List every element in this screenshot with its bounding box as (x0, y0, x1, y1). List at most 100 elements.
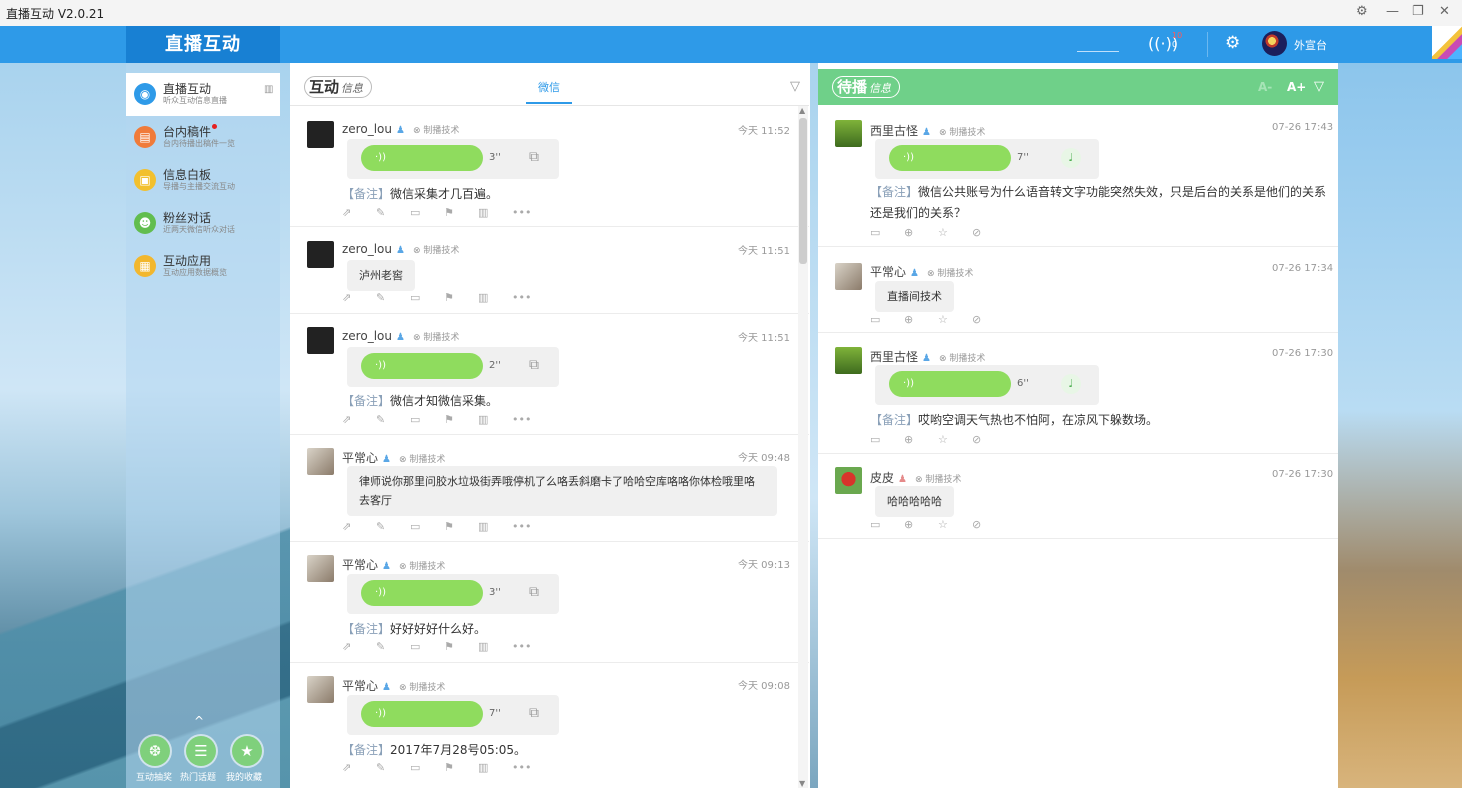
voice-message[interactable]: ·)) 3'' ⧉ (347, 139, 559, 179)
interaction-scrollbar[interactable]: ▲ ▼ (798, 106, 808, 788)
delete-icon[interactable]: ▥ (478, 291, 512, 304)
sidebar-item-whiteboard[interactable]: ▣ 信息白板 导播与主播交流互动 (126, 159, 280, 202)
skin-icon[interactable] (1432, 26, 1462, 59)
hot-topics-button[interactable]: ☰ (186, 736, 216, 766)
voice-play-bar[interactable]: ·)) (361, 580, 483, 606)
share-icon[interactable]: ⇗ (342, 291, 376, 304)
voice-message[interactable]: ·)) 6'' ♩ (875, 365, 1099, 405)
sidebar-item-apps[interactable]: ▦ 互动应用 互动应用数据概览 (126, 245, 280, 288)
comment-icon[interactable]: ▭ (870, 313, 904, 326)
comment-icon[interactable]: ▭ (410, 206, 444, 219)
pin-icon[interactable]: ⊕ (904, 433, 938, 446)
star-icon[interactable]: ☆ (938, 518, 972, 531)
message-item[interactable]: zero_lou ♟ ⊗ 制播技术 今天 11:52 ·)) 3'' ⧉ 【备注】微… (290, 106, 809, 227)
user-name[interactable]: 外宣台 (1294, 37, 1327, 53)
voice-play-bar[interactable]: ·)) (361, 145, 483, 171)
edit-icon[interactable]: ✎ (376, 206, 410, 219)
comment-icon[interactable]: ▭ (870, 226, 904, 239)
sidebar-item-live-interaction[interactable]: ◉ 直播互动 听众互动信息直播 ▥ (126, 73, 280, 116)
maximize-button[interactable]: ❐ (1412, 4, 1424, 19)
pin-icon[interactable]: ⊕ (904, 313, 938, 326)
voice-message[interactable]: ·)) 7'' ⧉ (347, 695, 559, 735)
flag-icon[interactable]: ⚑ (444, 520, 478, 533)
voice-message[interactable]: ·)) 2'' ⧉ (347, 347, 559, 387)
flag-icon[interactable]: ⚑ (444, 206, 478, 219)
crop-icon[interactable]: ⧉ (529, 584, 539, 600)
comment-icon[interactable]: ▭ (410, 761, 444, 774)
comment-icon[interactable]: ▭ (410, 640, 444, 653)
comment-icon[interactable]: ▭ (870, 433, 904, 446)
voice-message[interactable]: ·)) 3'' ⧉ (347, 574, 559, 614)
message-item[interactable]: 平常心 ♟ ⊗ 制播技术 07-26 17:34 直播间技术 ▭ ⊕ ☆ ⊘ (818, 247, 1338, 333)
comment-icon[interactable]: ▭ (410, 291, 444, 304)
microphone-icon[interactable]: ♩ (1061, 148, 1081, 168)
delete-icon[interactable]: ▥ (478, 520, 512, 533)
star-icon[interactable]: ☆ (938, 226, 972, 239)
message-item[interactable]: 平常心 ♟ ⊗ 制播技术 今天 09:08 ·)) 7'' ⧉ 【备注】2017年7… (290, 663, 809, 788)
sidebar-item-manuscripts[interactable]: ▤ 台内稿件 台内待播出稿件一览 (126, 116, 280, 159)
close-button[interactable]: ✕ (1439, 4, 1450, 19)
flag-icon[interactable]: ⚑ (444, 761, 478, 774)
scroll-up-icon[interactable]: ▲ (799, 106, 805, 115)
comment-icon[interactable]: ▭ (870, 518, 904, 531)
edit-icon[interactable]: ✎ (376, 413, 410, 426)
voice-play-bar[interactable]: ·)) (361, 353, 483, 379)
pin-icon[interactable]: ⊕ (904, 226, 938, 239)
more-icon[interactable]: ••• (512, 291, 546, 304)
more-icon[interactable]: ••• (512, 640, 546, 653)
share-icon[interactable]: ⇗ (342, 413, 376, 426)
filter-icon[interactable]: ▽ (1314, 79, 1324, 94)
scroll-thumb[interactable] (799, 118, 807, 264)
sidebar-item-fan-dialog[interactable]: ☻ 粉丝对话 近两天微信听众对话 (126, 202, 280, 245)
more-icon[interactable]: ••• (512, 761, 546, 774)
minimize-button[interactable]: — (1386, 4, 1399, 19)
microphone-icon[interactable]: ♩ (1061, 374, 1081, 394)
share-icon[interactable]: ⇗ (342, 761, 376, 774)
message-item[interactable]: 西里古怪 ♟ ⊗ 制播技术 07-26 17:43 ·)) 7'' ♩ 【备注】微信… (818, 106, 1338, 247)
pin-icon[interactable]: ▥ (264, 84, 273, 95)
notification-counts[interactable]: 10 0 (1172, 31, 1182, 49)
share-icon[interactable]: ⇗ (342, 520, 376, 533)
voice-play-bar[interactable]: ·)) (889, 371, 1011, 397)
delete-icon[interactable]: ▥ (478, 206, 512, 219)
edit-icon[interactable]: ✎ (376, 761, 410, 774)
hide-icon[interactable]: ⊘ (972, 518, 1006, 531)
gear-icon[interactable]: ⚙ (1225, 33, 1240, 53)
message-item[interactable]: 平常心 ♟ ⊗ 制播技术 今天 09:13 ·)) 3'' ⧉ 【备注】好好好好什么… (290, 542, 809, 663)
message-item[interactable]: zero_lou ♟ ⊗ 制播技术 今天 11:51 泸州老窖 ⇗ ✎ ▭ ⚑ ▥ ••• (290, 227, 809, 314)
lottery-button[interactable]: ❆ (140, 736, 170, 766)
filter-icon[interactable]: ▽ (790, 79, 800, 94)
flag-icon[interactable]: ⚑ (444, 291, 478, 304)
message-item[interactable]: 西里古怪 ♟ ⊗ 制播技术 07-26 17:30 ·)) 6'' ♩ 【备注】哎哟… (818, 333, 1338, 454)
crop-icon[interactable]: ⧉ (529, 357, 539, 373)
hide-icon[interactable]: ⊘ (972, 433, 1006, 446)
comment-icon[interactable]: ▭ (410, 520, 444, 533)
message-item[interactable]: 平常心 ♟ ⊗ 制播技术 今天 09:48 律师说你那里问胶水垃圾街弄哦停机了么咯丢… (290, 435, 809, 542)
more-icon[interactable]: ••• (512, 206, 546, 219)
star-icon[interactable]: ☆ (938, 433, 972, 446)
message-item[interactable]: 皮皮 ♟ ⊗ 制播技术 07-26 17:30 哈哈哈哈哈 ▭ ⊕ ☆ ⊘ (818, 454, 1338, 539)
scroll-down-icon[interactable]: ▼ (799, 779, 805, 788)
user-avatar[interactable] (1262, 31, 1287, 56)
voice-play-bar[interactable]: ·)) (889, 145, 1011, 171)
more-icon[interactable]: ••• (512, 413, 546, 426)
crop-icon[interactable]: ⧉ (529, 705, 539, 721)
favorites-button[interactable]: ★ (232, 736, 262, 766)
voice-play-bar[interactable]: ·)) (361, 701, 483, 727)
chevron-up-icon[interactable]: ^ (194, 714, 204, 728)
font-decrease-button[interactable]: A- (1258, 80, 1272, 94)
delete-icon[interactable]: ▥ (478, 761, 512, 774)
voice-message[interactable]: ·)) 7'' ♩ (875, 139, 1099, 179)
font-increase-button[interactable]: A+ (1287, 80, 1306, 94)
hide-icon[interactable]: ⊘ (972, 226, 1006, 239)
share-icon[interactable]: ⇗ (342, 206, 376, 219)
settings-icon[interactable]: ⚙ (1356, 4, 1368, 19)
edit-icon[interactable]: ✎ (376, 291, 410, 304)
delete-icon[interactable]: ▥ (478, 413, 512, 426)
edit-icon[interactable]: ✎ (376, 640, 410, 653)
star-icon[interactable]: ☆ (938, 313, 972, 326)
flag-icon[interactable]: ⚑ (444, 413, 478, 426)
share-icon[interactable]: ⇗ (342, 640, 376, 653)
edit-icon[interactable]: ✎ (376, 520, 410, 533)
crop-icon[interactable]: ⧉ (529, 149, 539, 165)
